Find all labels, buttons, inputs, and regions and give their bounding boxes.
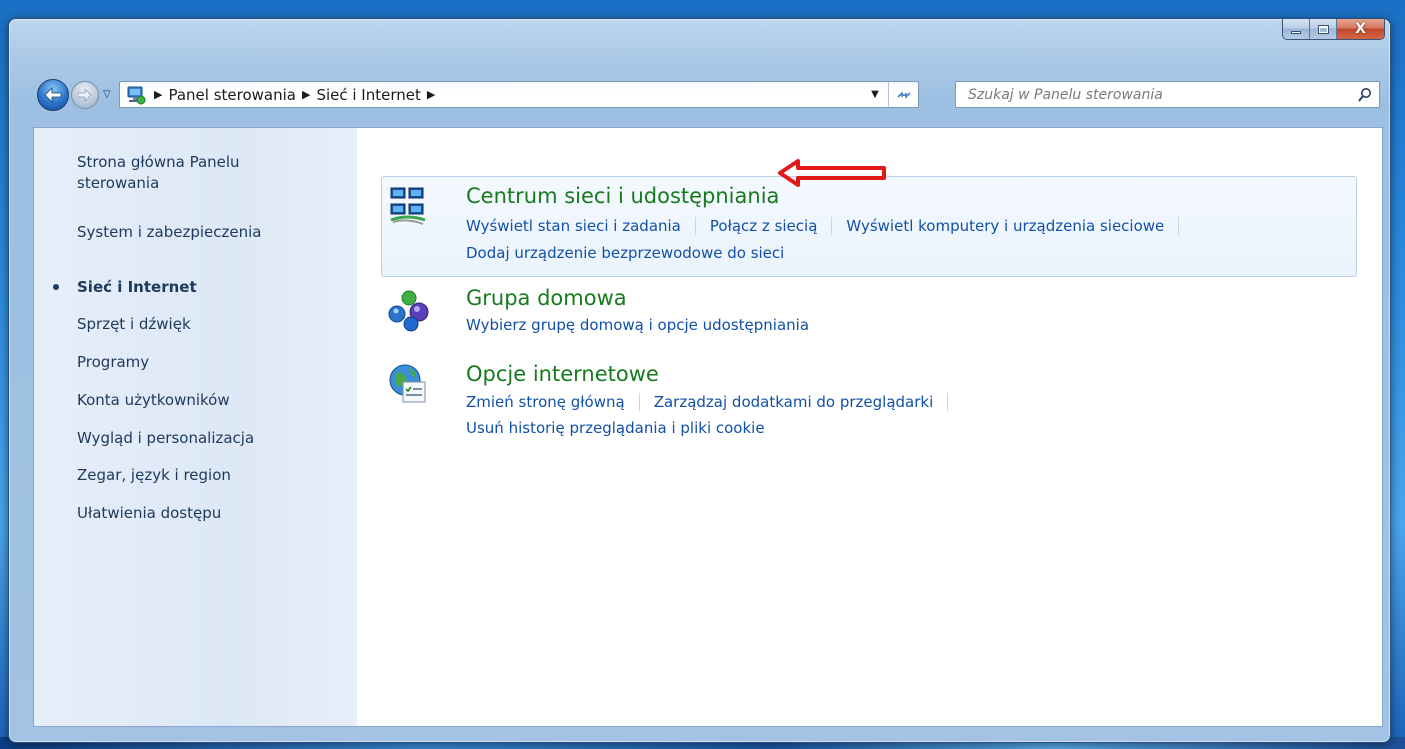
back-arrow-icon <box>44 87 62 103</box>
category-title-internet-options[interactable]: Opcje internetowe <box>466 361 659 387</box>
recent-pages-dropdown[interactable]: ▽ <box>103 89 111 100</box>
homegroup-icon <box>387 288 431 332</box>
task-divider <box>1178 217 1180 235</box>
task-connect-to-network[interactable]: Połącz z siecią <box>710 216 818 236</box>
search-box <box>955 81 1380 108</box>
sidebar-item-home-line2[interactable]: sterowania <box>77 173 159 194</box>
current-item-bullet-icon <box>53 284 59 290</box>
back-button[interactable] <box>37 79 69 111</box>
task-line-network-center-2: Dodaj urządzenie bezprzewodowe do sieci <box>466 243 784 263</box>
annotation-arrow-icon <box>778 159 886 187</box>
task-line-homegroup-1: Wybierz grupę domową i opcje udostępnian… <box>466 315 809 335</box>
task-manage-add-ons[interactable]: Zarządzaj dodatkami do przeglądarki <box>654 392 934 412</box>
task-add-wireless-device[interactable]: Dodaj urządzenie bezprzewodowe do sieci <box>466 243 784 263</box>
minimize-button[interactable] <box>1283 19 1310 39</box>
address-bar[interactable]: ▶ Panel sterowania ▶ Sieć i Internet ▶ ▼ <box>119 81 919 108</box>
task-line-internet-options-2: Usuń historię przeglądania i pliki cooki… <box>466 418 765 438</box>
sidebar-item-system-security[interactable]: System i zabezpieczenia <box>77 222 261 243</box>
control-panel-window: X ▽ ▶ Panel sterowania ▶ Sieć i Internet… <box>8 18 1391 743</box>
maximize-button[interactable] <box>1310 19 1337 39</box>
breadcrumb-control-panel[interactable]: Panel sterowania <box>168 86 296 104</box>
address-dropdown-icon[interactable]: ▼ <box>864 82 886 107</box>
caption-buttons: X <box>1282 19 1385 40</box>
sidebar-item-appearance[interactable]: Wygląd i personalizacja <box>77 428 254 449</box>
category-title-homegroup[interactable]: Grupa domowa <box>466 285 627 311</box>
task-divider <box>638 393 640 411</box>
search-icon[interactable] <box>1351 87 1379 103</box>
breadcrumb-network-internet[interactable]: Sieć i Internet <box>316 86 420 104</box>
task-line-internet-options-1: Zmień stronę główną Zarządzaj dodatkami … <box>466 392 962 412</box>
sidebar-item-ease-of-access[interactable]: Ułatwienia dostępu <box>77 503 221 524</box>
breadcrumb-separator-icon[interactable]: ▶ <box>427 88 435 101</box>
client-area: Strona główna Panelu sterowania System i… <box>33 127 1383 727</box>
forward-button[interactable] <box>71 81 99 109</box>
task-view-network-status[interactable]: Wyświetl stan sieci i zadania <box>466 216 681 236</box>
control-panel-icon <box>122 84 148 106</box>
close-icon: X <box>1355 21 1366 37</box>
category-title-network-center[interactable]: Centrum sieci i udostępniania <box>466 183 779 209</box>
task-delete-browsing-history[interactable]: Usuń historię przeglądania i pliki cooki… <box>466 418 765 438</box>
task-divider <box>694 217 696 235</box>
task-change-home-page[interactable]: Zmień stronę główną <box>466 392 625 412</box>
search-input[interactable] <box>956 82 1351 107</box>
breadcrumb-separator-icon[interactable]: ▶ <box>302 88 310 101</box>
minimize-icon <box>1291 30 1301 34</box>
sidebar-item-home-line1[interactable]: Strona główna Panelu <box>77 152 240 173</box>
network-center-icon <box>387 184 431 228</box>
sidebar-item-hardware-sound[interactable]: Sprzęt i dźwięk <box>77 314 191 335</box>
breadcrumb-separator-icon[interactable]: ▶ <box>154 88 162 101</box>
task-divider <box>947 393 949 411</box>
task-line-network-center-1: Wyświetl stan sieci i zadania Połącz z s… <box>466 216 1193 236</box>
forward-arrow-icon <box>78 89 92 101</box>
sidebar: Strona główna Panelu sterowania System i… <box>34 128 357 726</box>
close-button[interactable]: X <box>1337 19 1384 39</box>
sidebar-item-programs[interactable]: Programy <box>77 352 149 373</box>
task-divider <box>831 217 833 235</box>
maximize-icon <box>1317 24 1329 34</box>
refresh-button[interactable] <box>888 82 918 107</box>
sidebar-item-network-internet: Sieć i Internet <box>77 278 197 296</box>
main-content: Centrum sieci i udostępniania Wyświetl s… <box>357 128 1382 726</box>
navigation-bar: ▽ ▶ Panel sterowania ▶ Sieć i Internet ▶… <box>33 77 1380 115</box>
sidebar-item-user-accounts[interactable]: Konta użytkowników <box>77 390 230 411</box>
refresh-icon <box>896 90 911 99</box>
task-choose-homegroup[interactable]: Wybierz grupę domową i opcje udostępnian… <box>466 315 809 335</box>
task-view-network-computers[interactable]: Wyświetl komputery i urządzenia sieciowe <box>846 216 1164 236</box>
sidebar-item-clock-language[interactable]: Zegar, język i region <box>77 465 231 486</box>
internet-options-icon <box>387 362 431 406</box>
